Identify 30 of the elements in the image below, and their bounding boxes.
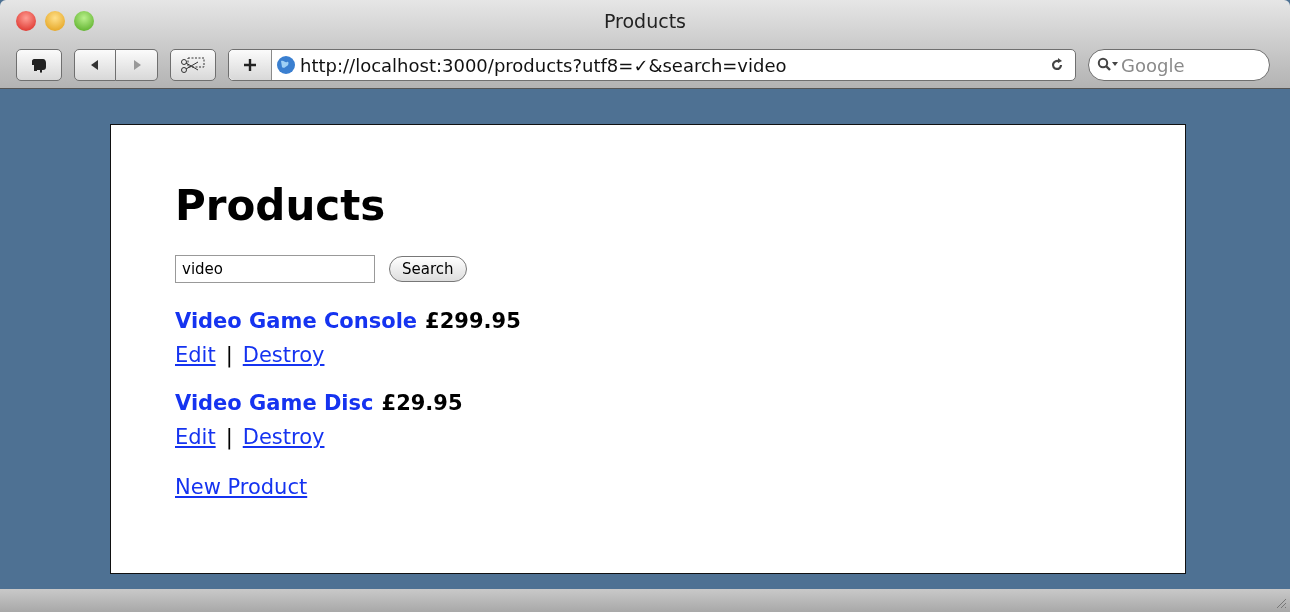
- search-field[interactable]: Google: [1088, 49, 1270, 81]
- plus-icon: [243, 58, 257, 72]
- product-price: £29.95: [381, 391, 463, 415]
- separator: |: [225, 425, 233, 449]
- clip-button[interactable]: [170, 49, 216, 81]
- search-icon: [1097, 57, 1119, 73]
- address-bar[interactable]: http://localhost:3000/products?utf8=✓&search=video: [228, 49, 1076, 81]
- search-input[interactable]: video: [175, 255, 375, 283]
- globe-icon: [276, 55, 296, 75]
- resize-grip-icon[interactable]: [1275, 597, 1287, 609]
- back-button[interactable]: [74, 49, 116, 81]
- edit-link[interactable]: Edit: [175, 343, 216, 367]
- destroy-link[interactable]: Destroy: [242, 343, 325, 367]
- close-button[interactable]: [16, 11, 36, 31]
- product-link[interactable]: Video Game Disc: [175, 391, 374, 415]
- destroy-link[interactable]: Destroy: [242, 425, 325, 449]
- scissors-icon: [180, 56, 206, 74]
- product-price: £299.95: [425, 309, 521, 333]
- window-title: Products: [603, 10, 686, 32]
- page-heading: Products: [175, 185, 386, 227]
- reload-icon[interactable]: [1049, 57, 1065, 73]
- add-bookmark-button[interactable]: [229, 50, 272, 80]
- product-link[interactable]: Video Game Console: [175, 309, 418, 333]
- back-arrow-icon: [89, 59, 101, 71]
- new-product-link[interactable]: New Product: [175, 475, 308, 499]
- url-text: http://localhost:3000/products?utf8=✓&search=video: [300, 54, 788, 76]
- forward-button[interactable]: [116, 49, 158, 81]
- search-button[interactable]: Search: [389, 256, 467, 282]
- edit-link[interactable]: Edit: [175, 425, 216, 449]
- separator: |: [225, 343, 233, 367]
